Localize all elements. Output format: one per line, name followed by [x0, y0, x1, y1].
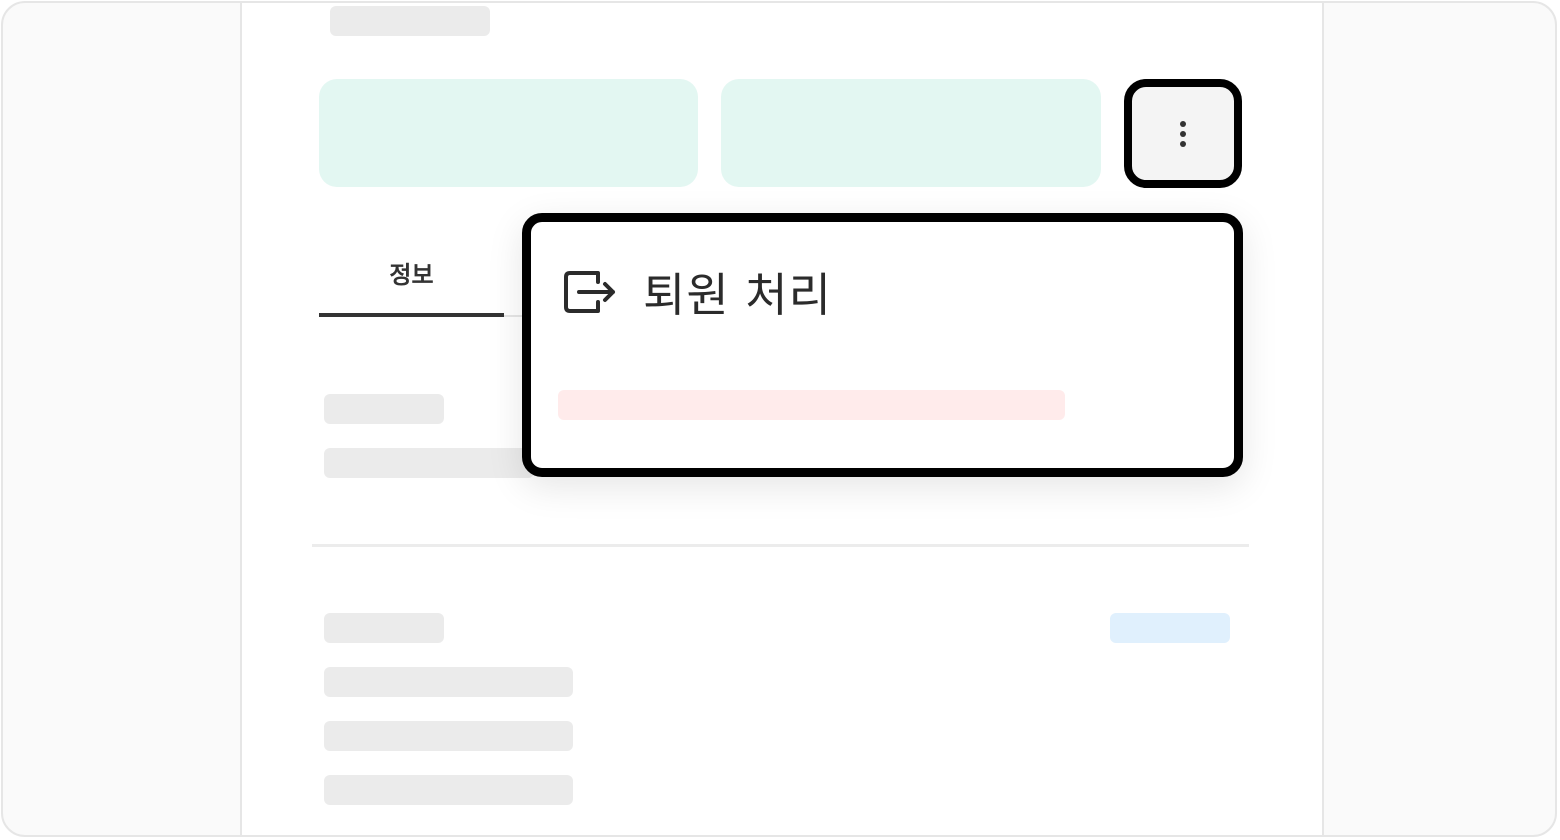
section-label-skeleton [324, 613, 444, 643]
title-skeleton [330, 6, 490, 36]
info-label-skeleton [324, 394, 444, 424]
exit-icon [561, 267, 619, 317]
secondary-action-button[interactable] [721, 79, 1101, 187]
detail-line-skeleton [324, 667, 573, 697]
delete-item-skeleton[interactable] [558, 390, 1065, 420]
section-divider [312, 544, 1249, 547]
info-value-skeleton [324, 448, 534, 478]
detail-line-skeleton [324, 721, 573, 751]
status-badge [1110, 613, 1230, 643]
more-options-button[interactable] [1124, 79, 1242, 188]
menu-item-discharge[interactable]: 퇴원 처리 [561, 262, 832, 322]
tab-info[interactable]: 정보 [319, 250, 504, 317]
detail-line-skeleton [324, 775, 573, 805]
more-options-menu: 퇴원 처리 [522, 213, 1243, 477]
menu-item-label: 퇴원 처리 [643, 268, 832, 322]
kebab-menu-icon [1180, 120, 1186, 147]
primary-action-button[interactable] [319, 79, 698, 187]
